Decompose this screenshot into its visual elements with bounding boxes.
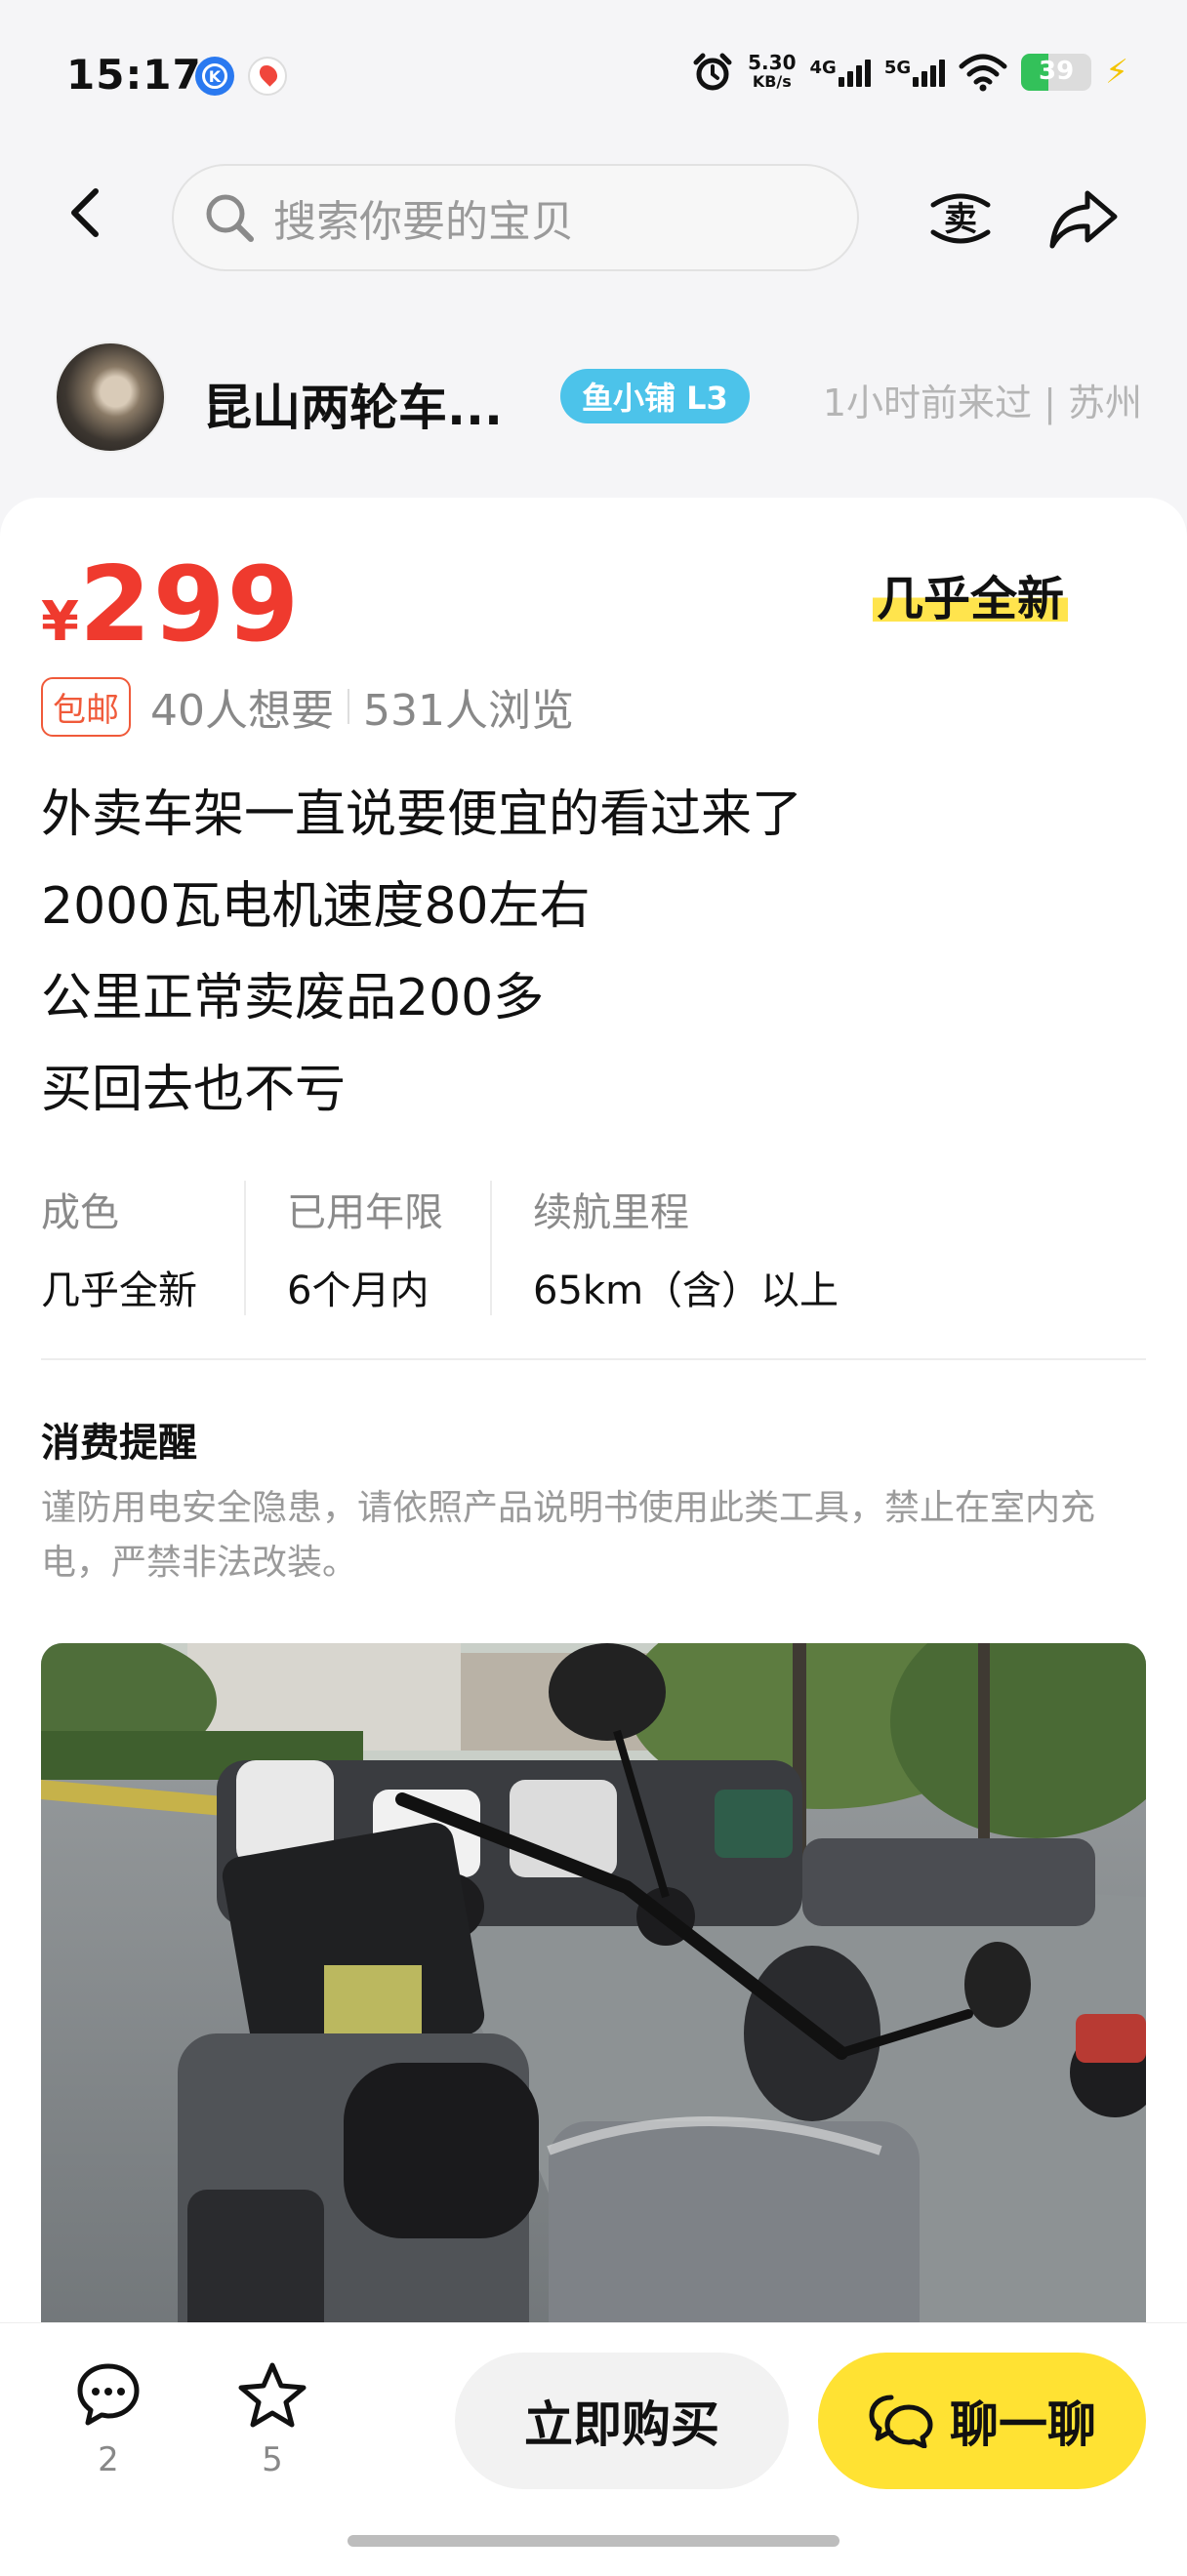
spec-label: 已用年限 — [287, 1190, 443, 1235]
share-icon[interactable] — [1046, 185, 1121, 254]
description-line: 公里正常卖废品200多 — [41, 969, 545, 1027]
home-indicator[interactable] — [348, 2535, 839, 2547]
signal-5g-label: 5G — [883, 58, 912, 78]
chat-button[interactable]: 聊一聊 — [818, 2353, 1146, 2489]
price-currency: ¥ — [41, 590, 79, 654]
spec-usage-period: 已用年限 6个月内 — [287, 1181, 492, 1315]
description-line: 2000瓦电机速度80左右 — [41, 877, 591, 936]
comments-count: 2 — [98, 2440, 119, 2479]
spec-condition: 成色 几乎全新 — [41, 1181, 246, 1315]
search-icon — [206, 194, 254, 242]
app-k-icon: K — [195, 57, 234, 96]
notice-text: 谨防用电安全隐患，请依照产品说明书使用此类工具，禁止在室内充电，严禁非法改装。 — [41, 1488, 1096, 1583]
seller-avatar[interactable] — [55, 342, 166, 453]
views-count: 531人浏览 — [363, 686, 574, 736]
section-divider — [41, 1358, 1146, 1360]
charging-icon: ⚡ — [1105, 53, 1128, 92]
favorite-button[interactable]: 5 — [228, 2360, 316, 2479]
spec-value: 65km（含）以上 — [533, 1268, 839, 1313]
star-icon — [238, 2362, 307, 2428]
search-input[interactable]: 搜索你要的宝贝 — [172, 164, 859, 271]
back-icon[interactable] — [61, 185, 115, 240]
buy-now-button[interactable]: 立即购买 — [455, 2353, 789, 2489]
battery-level: 39 — [1039, 57, 1075, 86]
wifi-icon — [959, 54, 1007, 92]
network-speed-value: 5.30 — [748, 51, 797, 74]
wants-count: 40人想要 — [150, 686, 334, 736]
price-value: 299 — [78, 544, 302, 664]
search-placeholder: 搜索你要的宝贝 — [273, 197, 574, 247]
battery-icon: 39 — [1021, 54, 1092, 91]
stat-divider — [348, 689, 349, 724]
item-card: ¥299 几乎全新 包邮 40人想要 531人浏览 外卖车架一直说要便宜的看过来… — [0, 498, 1187, 2576]
spec-label: 续航里程 — [533, 1190, 689, 1235]
alarm-icon — [693, 53, 732, 91]
seller-last-seen: 1小时前来过 | 苏州 — [822, 382, 1142, 424]
notice-title: 消费提醒 — [41, 1421, 197, 1466]
spec-range: 续航里程 65km（含）以上 — [533, 1181, 885, 1315]
scooter-photo-illustration — [41, 1643, 1146, 2385]
description-line: 外卖车架一直说要便宜的看过来了 — [41, 785, 803, 844]
favorites-count: 5 — [262, 2440, 283, 2479]
seller-name[interactable]: 昆山两轮车... — [203, 369, 503, 439]
signal-5g: 5G — [883, 58, 946, 87]
item-photo[interactable] — [41, 1643, 1146, 2385]
network-speed-unit: KB/s — [752, 72, 792, 91]
network-speed: 5.30 KB/s — [748, 53, 796, 92]
signal-bars-icon — [913, 58, 946, 87]
comments-button[interactable]: 2 — [64, 2360, 152, 2479]
app-map-icon — [248, 57, 287, 96]
signal-bars-icon — [838, 58, 871, 87]
description-line: 买回去也不亏 — [41, 1061, 347, 1119]
spec-value: 6个月内 — [287, 1268, 430, 1313]
item-detail-page: 15:17 K 5.30 KB/s 4G 5G 39 ⚡ 搜索你要的宝贝 卖 昆… — [0, 0, 1187, 2576]
item-description: 外卖车架一直说要便宜的看过来了 2000瓦电机速度80左右 公里正常卖废品200… — [41, 769, 802, 1136]
sell-icon[interactable]: 卖 — [925, 183, 996, 254]
signal-4g-label: 4G — [809, 58, 837, 78]
shop-level-badge[interactable]: 鱼小铺 L3 — [560, 369, 750, 423]
item-specs: 成色 几乎全新 已用年限 6个月内 续航里程 65km（含）以上 — [41, 1181, 926, 1315]
spec-label: 成色 — [41, 1190, 119, 1235]
status-time: 15:17 — [66, 51, 202, 99]
signal-4g: 4G — [810, 58, 871, 87]
free-shipping-badge: 包邮 — [41, 676, 131, 737]
chat-bubble-icon — [869, 2395, 933, 2448]
chat-button-label: 聊一聊 — [950, 2396, 1096, 2453]
spec-value: 几乎全新 — [41, 1268, 197, 1313]
price: ¥299 — [41, 544, 301, 664]
item-stats: 包邮 40人想要 531人浏览 — [41, 675, 574, 738]
condition-tag: 几乎全新 — [873, 560, 1069, 628]
comment-icon — [77, 2363, 140, 2426]
status-icons: 5.30 KB/s 4G 5G 39 ⚡ — [691, 51, 1128, 94]
status-bar: 15:17 K 5.30 KB/s 4G 5G 39 ⚡ — [0, 0, 1187, 146]
svg-text:卖: 卖 — [944, 200, 977, 239]
